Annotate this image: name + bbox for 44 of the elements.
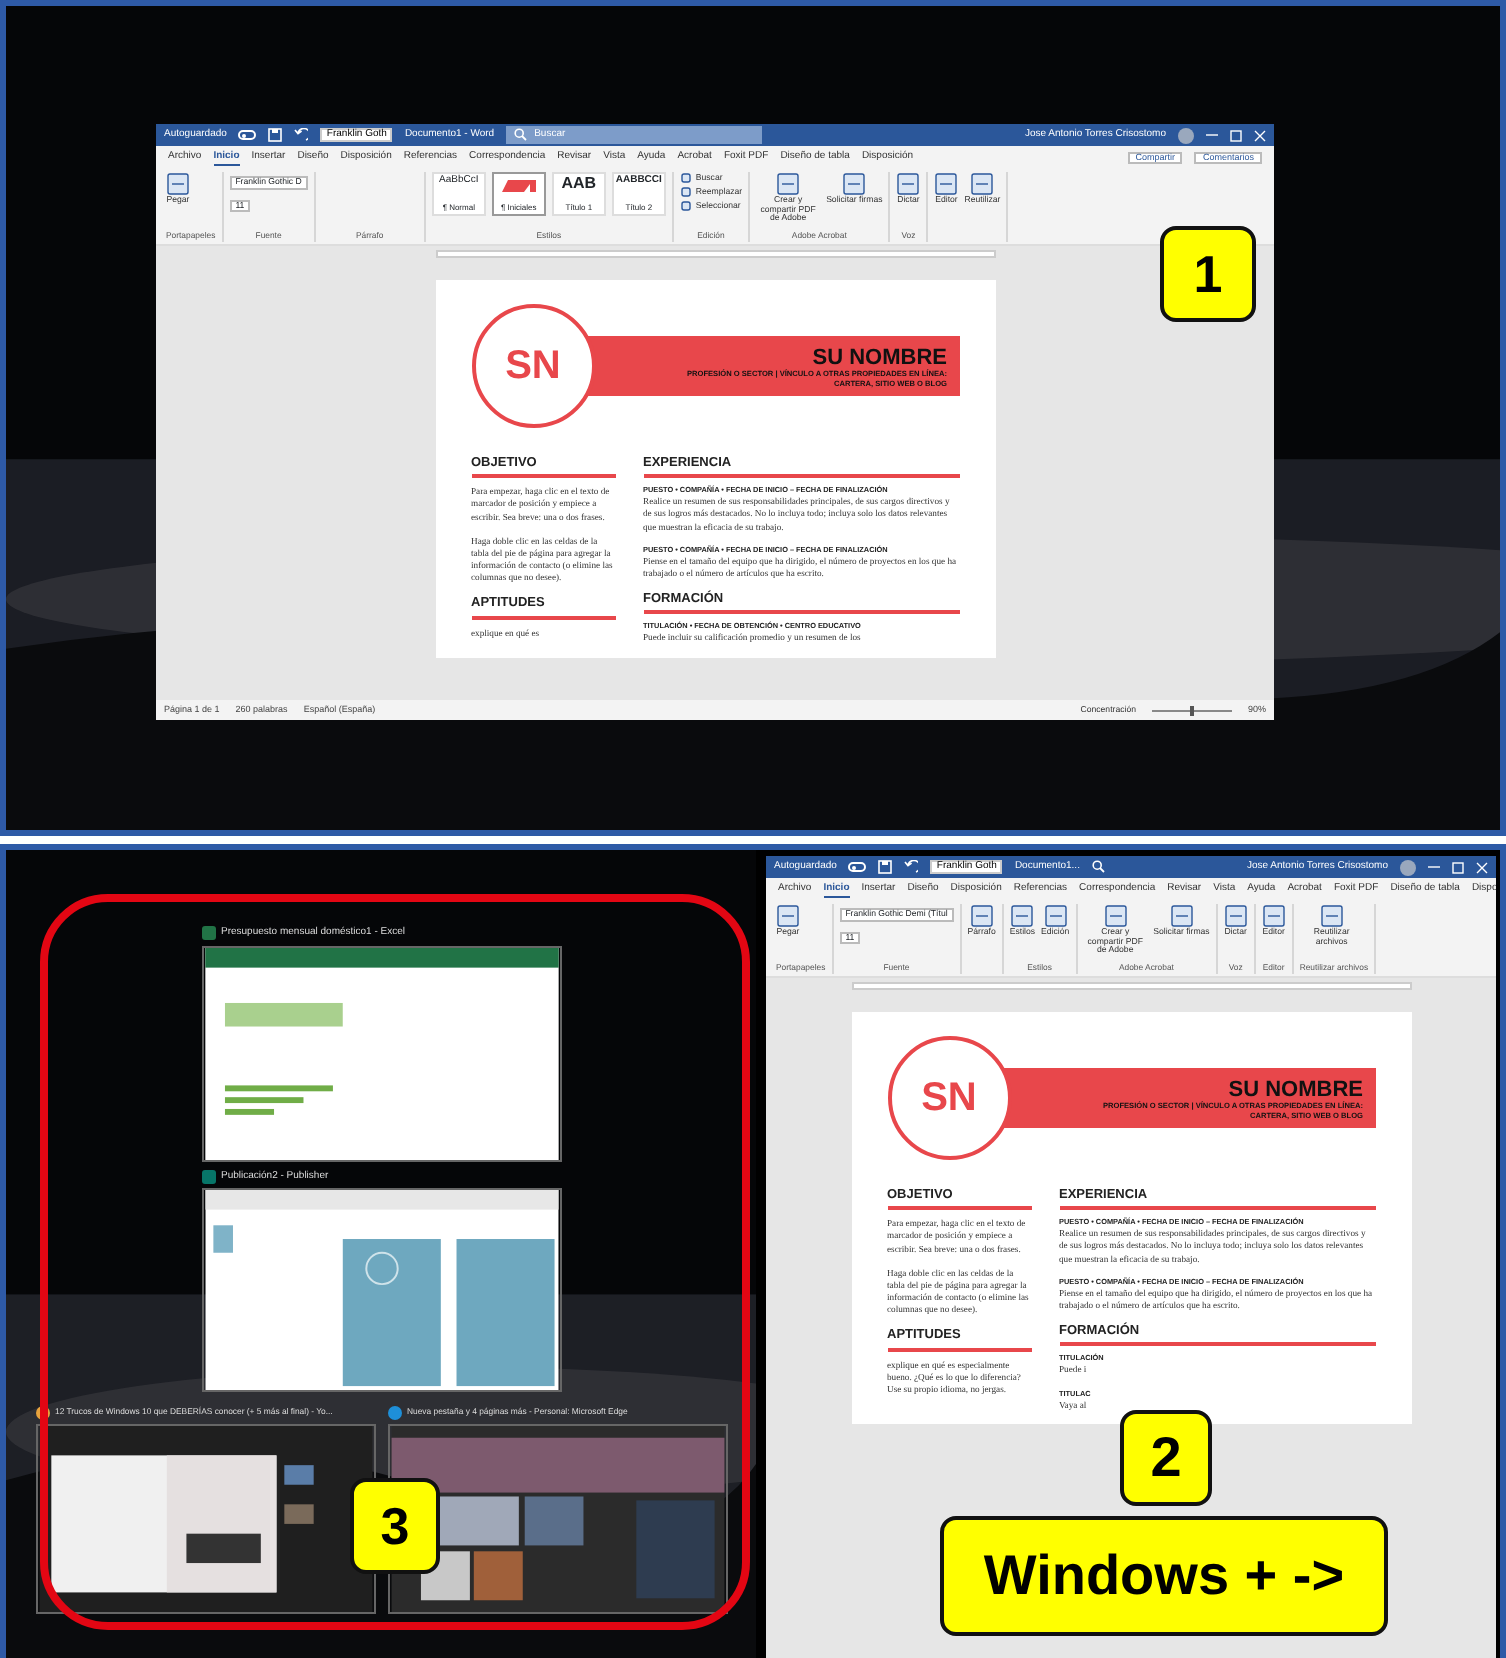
- tool-icon[interactable]: [934, 172, 959, 196]
- search-icon: [1091, 860, 1106, 874]
- tool-icon[interactable]: [842, 172, 867, 196]
- close-icon[interactable]: [1476, 861, 1488, 873]
- callout-label: 3: [350, 1478, 440, 1574]
- style-sample-icon: [499, 176, 538, 194]
- undo-icon[interactable]: [904, 860, 919, 874]
- tool-icon[interactable]: [896, 172, 921, 196]
- tool-icon[interactable]: [970, 172, 995, 196]
- avatar-icon[interactable]: [1178, 127, 1194, 143]
- tool-icon[interactable]: [1261, 904, 1286, 928]
- minimize-icon[interactable]: [1206, 128, 1218, 142]
- name-heading: SU NOMBRE: [1228, 1077, 1363, 1102]
- tool-icon[interactable]: [776, 172, 801, 196]
- tool-icon[interactable]: [969, 904, 994, 928]
- window-thumbnail[interactable]: [201, 1188, 561, 1392]
- tool-icon[interactable]: [776, 904, 800, 928]
- tool-icon[interactable]: [1223, 904, 1248, 928]
- slider-thumb[interactable]: [1189, 705, 1194, 715]
- tool-icon[interactable]: [1169, 904, 1194, 928]
- save-icon[interactable]: [268, 128, 283, 142]
- autosave-toggle[interactable]: [848, 862, 867, 872]
- minimize-icon[interactable]: [1428, 860, 1440, 874]
- undo-icon[interactable]: [294, 128, 309, 142]
- autosave-toggle[interactable]: [238, 130, 257, 140]
- tool-icon[interactable]: [166, 172, 190, 196]
- monogram: SN: [471, 304, 595, 428]
- tool-icon[interactable]: [1319, 904, 1344, 928]
- callout-label: Windows + ->: [940, 1516, 1388, 1636]
- tool-icon[interactable]: [1010, 904, 1035, 928]
- window-thumbnail[interactable]: [201, 945, 561, 1161]
- callout-label: 2: [1120, 1410, 1212, 1506]
- maximize-icon[interactable]: [1230, 129, 1242, 141]
- window-thumbnail[interactable]: [35, 1424, 375, 1614]
- tool-icon[interactable]: [1103, 904, 1128, 928]
- close-icon[interactable]: [1254, 129, 1266, 141]
- tool-icon[interactable]: [1043, 904, 1068, 928]
- save-icon[interactable]: [878, 860, 893, 874]
- monogram: SN: [887, 1036, 1011, 1160]
- search-icon: [514, 128, 529, 142]
- avatar-icon[interactable]: [1400, 859, 1416, 875]
- maximize-icon[interactable]: [1452, 861, 1464, 873]
- callout-label: 1: [1160, 226, 1256, 322]
- name-heading: SU NOMBRE: [812, 345, 947, 370]
